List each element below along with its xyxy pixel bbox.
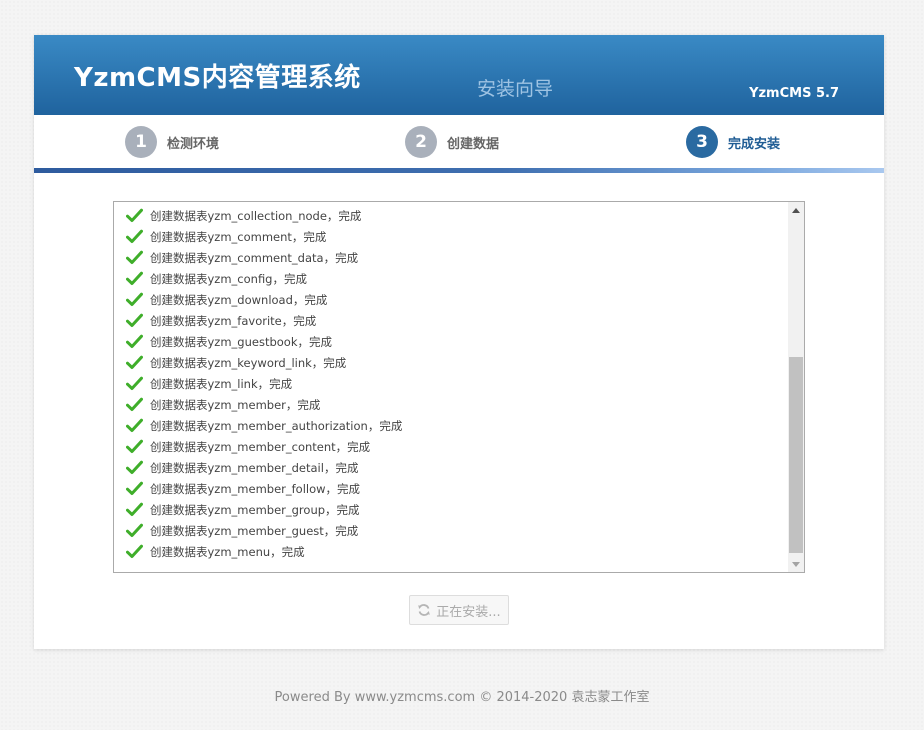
log-item-text: 创建数据表yzm_link，完成 xyxy=(150,376,293,391)
log-item-text: 创建数据表yzm_member，完成 xyxy=(150,397,321,412)
log-item-text: 创建数据表yzm_favorite，完成 xyxy=(150,313,317,328)
check-icon xyxy=(126,502,143,516)
check-icon xyxy=(126,397,143,411)
log-item-text: 创建数据表yzm_member_guest，完成 xyxy=(150,523,359,538)
log-item: 创建数据表yzm_collection_node，完成 xyxy=(114,205,788,226)
header-bar: YzmCMS内容管理系统 安装向导 YzmCMS 5.7 xyxy=(34,35,884,115)
check-icon xyxy=(126,376,143,390)
log-item: 创建数据表yzm_member_group，完成 xyxy=(114,499,788,520)
check-icon xyxy=(126,418,143,432)
log-item-text: 创建数据表yzm_member_group，完成 xyxy=(150,502,360,517)
log-item: 创建数据表yzm_guestbook，完成 xyxy=(114,331,788,352)
check-icon xyxy=(126,544,143,558)
install-card: YzmCMS内容管理系统 安装向导 YzmCMS 5.7 1 检测环境 2 创建… xyxy=(34,35,884,649)
check-icon xyxy=(126,523,143,537)
log-item-text: 创建数据表yzm_member_authorization，完成 xyxy=(150,418,403,433)
log-item: 创建数据表yzm_comment_data，完成 xyxy=(114,247,788,268)
check-icon xyxy=(126,229,143,243)
refresh-icon xyxy=(418,604,431,616)
log-item: 创建数据表yzm_favorite，完成 xyxy=(114,310,788,331)
check-icon xyxy=(126,292,143,306)
log-item: 创建数据表yzm_member_authorization，完成 xyxy=(114,415,788,436)
check-icon xyxy=(126,481,143,495)
log-item: 创建数据表yzm_comment，完成 xyxy=(114,226,788,247)
log-item: 创建数据表yzm_member，完成 xyxy=(114,394,788,415)
log-item-text: 创建数据表yzm_config，完成 xyxy=(150,271,307,286)
check-icon xyxy=(126,355,143,369)
installing-button[interactable]: 正在安装... xyxy=(409,595,509,625)
log-item: 创建数据表yzm_member_guest，完成 xyxy=(114,520,788,541)
footer-copyright: Powered By www.yzmcms.com © 2014-2020 袁志… xyxy=(274,690,650,705)
installing-button-label: 正在安装... xyxy=(436,604,501,620)
step-progress-line xyxy=(34,168,884,173)
scroll-thumb[interactable] xyxy=(789,357,803,553)
check-icon xyxy=(126,250,143,264)
log-item: 创建数据表yzm_member_follow，完成 xyxy=(114,478,788,499)
log-list: 创建数据表yzm_collection_node，完成 创建数据表yzm_comm… xyxy=(114,202,788,562)
step-label: 创建数据 xyxy=(447,136,500,152)
step-create-data: 2 创建数据 xyxy=(405,125,499,159)
log-item-text: 创建数据表yzm_member_follow，完成 xyxy=(150,481,361,496)
log-item-text: 创建数据表yzm_member_detail，完成 xyxy=(150,460,359,475)
log-item-text: 创建数据表yzm_guestbook，完成 xyxy=(150,334,332,349)
check-icon xyxy=(126,460,143,474)
log-item-text: 创建数据表yzm_member_content，完成 xyxy=(150,439,371,454)
log-item: 创建数据表yzm_member_detail，完成 xyxy=(114,457,788,478)
wizard-title: 安装向导 xyxy=(477,78,554,100)
log-item: 创建数据表yzm_keyword_link，完成 xyxy=(114,352,788,373)
log-item-text: 创建数据表yzm_download，完成 xyxy=(150,292,328,307)
log-item-text: 创建数据表yzm_comment，完成 xyxy=(150,229,327,244)
step-label: 完成安装 xyxy=(728,136,781,152)
app-title: YzmCMS内容管理系统 xyxy=(74,63,361,93)
log-item-text: 创建数据表yzm_menu，完成 xyxy=(150,544,305,559)
log-item: 创建数据表yzm_link，完成 xyxy=(114,373,788,394)
step-check-environment: 1 检测环境 xyxy=(125,125,219,159)
step-indicator: 1 检测环境 2 创建数据 3 完成安装 xyxy=(34,115,884,169)
check-icon xyxy=(126,439,143,453)
log-item: 创建数据表yzm_download，完成 xyxy=(114,289,788,310)
version-label: YzmCMS 5.7 xyxy=(749,86,839,101)
log-item-text: 创建数据表yzm_comment_data，完成 xyxy=(150,250,359,265)
check-icon xyxy=(126,208,143,222)
log-scrollbar[interactable] xyxy=(788,202,804,572)
step-number: 1 xyxy=(125,126,157,158)
step-finish-install: 3 完成安装 xyxy=(686,125,780,159)
log-item-text: 创建数据表yzm_keyword_link，完成 xyxy=(150,355,347,370)
log-item-text: 创建数据表yzm_collection_node，完成 xyxy=(150,208,362,223)
log-item: 创建数据表yzm_member_content，完成 xyxy=(114,436,788,457)
check-icon xyxy=(126,313,143,327)
check-icon xyxy=(126,334,143,348)
log-item: 创建数据表yzm_config，完成 xyxy=(114,268,788,289)
scroll-up-arrow-icon[interactable] xyxy=(788,202,804,218)
step-number: 2 xyxy=(405,126,437,158)
log-item: 创建数据表yzm_menu，完成 xyxy=(114,541,788,562)
step-label: 检测环境 xyxy=(167,136,220,152)
scroll-down-arrow-icon[interactable] xyxy=(788,556,804,572)
step-number: 3 xyxy=(686,126,718,158)
check-icon xyxy=(126,271,143,285)
install-log[interactable]: 创建数据表yzm_collection_node，完成 创建数据表yzm_comm… xyxy=(113,201,805,573)
